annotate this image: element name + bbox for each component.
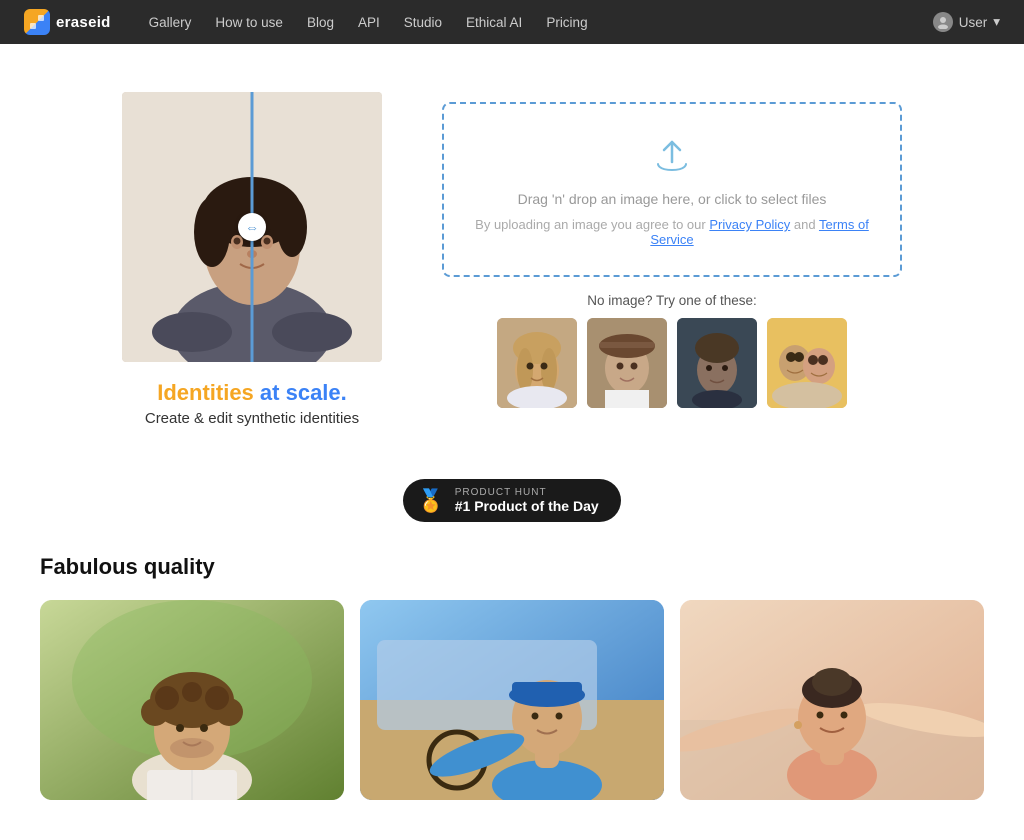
logo-icon [24, 9, 50, 35]
nav-ethical-ai[interactable]: Ethical AI [456, 11, 532, 34]
nav-links: Gallery How to use Blog API Studio Ethic… [139, 11, 933, 34]
hero-right: Drag 'n' drop an image here, or click to… [442, 92, 902, 408]
logo[interactable]: eraseid [24, 9, 111, 35]
nav-gallery[interactable]: Gallery [139, 11, 202, 34]
nav-studio[interactable]: Studio [394, 11, 452, 34]
sample-image-2[interactable] [587, 318, 667, 408]
upload-and-text: and [794, 217, 819, 232]
nav-api[interactable]: API [348, 11, 390, 34]
sample-image-4[interactable] [767, 318, 847, 408]
medal-icon: 🏅 [417, 488, 444, 514]
upload-dropzone[interactable]: Drag 'n' drop an image here, or click to… [442, 102, 902, 277]
badge-text: PRODUCT HUNT #1 Product of the Day [455, 487, 599, 514]
sample-image-3[interactable] [677, 318, 757, 408]
quality-image-2 [360, 600, 664, 800]
quality-section: Fabulous quality [0, 542, 1024, 840]
sample-images-section: No image? Try one of these: [442, 293, 902, 408]
sample-image-1[interactable] [497, 318, 577, 408]
quality-image-1 [40, 600, 344, 800]
hero-caption: Identities at scale. Create & edit synth… [145, 380, 359, 427]
hero-subtitle: Create & edit synthetic identities [145, 410, 359, 427]
sample-label: No image? Try one of these: [442, 293, 902, 308]
hero-title-scale: at scale. [260, 380, 347, 405]
sample-image-list [442, 318, 902, 408]
badge-small-text: PRODUCT HUNT [455, 487, 599, 498]
badge-section: 🏅 PRODUCT HUNT #1 Product of the Day [0, 479, 1024, 522]
nav-pricing[interactable]: Pricing [536, 11, 597, 34]
hero-section: ⇔ Identities at scale. Create & edit syn… [0, 44, 1024, 447]
upload-agreement-prefix: By uploading an image you agree to our [475, 217, 709, 232]
quality-title: Fabulous quality [40, 554, 984, 580]
nav-blog[interactable]: Blog [297, 11, 344, 34]
user-avatar-icon [933, 12, 953, 32]
badge-big-text: #1 Product of the Day [455, 498, 599, 514]
upload-icon [468, 140, 876, 179]
user-menu[interactable]: User ▾ [933, 12, 1000, 32]
nav-how-to-use[interactable]: How to use [205, 11, 293, 34]
quality-image-3 [680, 600, 984, 800]
hero-left: ⇔ Identities at scale. Create & edit syn… [122, 92, 382, 427]
comparison-slider[interactable]: ⇔ [122, 92, 382, 362]
user-label: User [959, 15, 988, 30]
quality-grid [40, 600, 984, 800]
user-chevron-icon: ▾ [993, 14, 1000, 30]
slider-handle[interactable]: ⇔ [238, 213, 266, 241]
hero-title: Identities at scale. [145, 380, 359, 406]
upload-sub-text: By uploading an image you agree to our P… [468, 217, 876, 247]
product-hunt-badge[interactable]: 🏅 PRODUCT HUNT #1 Product of the Day [403, 479, 620, 522]
upload-main-text: Drag 'n' drop an image here, or click to… [468, 191, 876, 207]
privacy-policy-link[interactable]: Privacy Policy [709, 217, 790, 232]
hero-title-identities: Identities [157, 380, 254, 405]
navbar: eraseid Gallery How to use Blog API Stud… [0, 0, 1024, 44]
logo-text: eraseid [56, 14, 111, 31]
